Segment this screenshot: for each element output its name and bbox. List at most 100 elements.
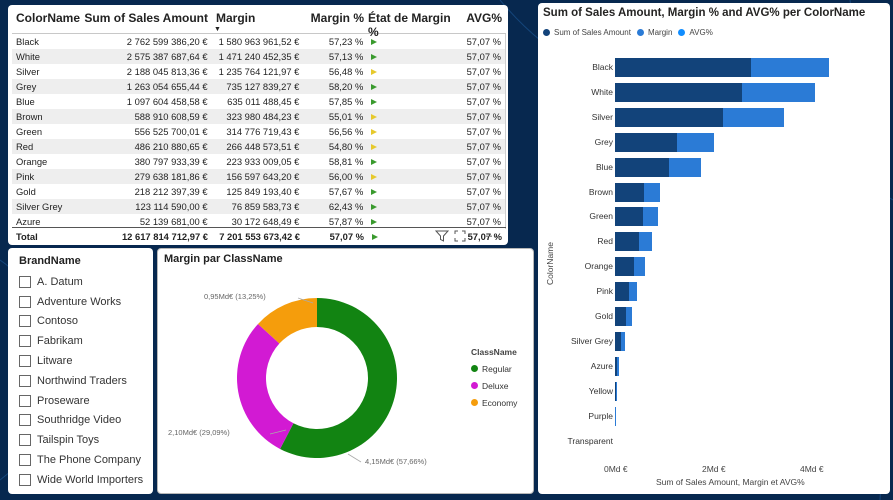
legend-item-sales[interactable]: Sum of Sales Amount <box>543 28 631 37</box>
bar-sales-amount[interactable] <box>615 207 643 227</box>
more-options-icon[interactable]: ⋯ <box>485 229 498 243</box>
checkbox[interactable] <box>19 414 31 427</box>
y-category-label: Silver Grey <box>570 335 613 346</box>
checkbox[interactable] <box>19 454 31 467</box>
y-category-label: Gold <box>595 311 613 321</box>
legend-item-economy[interactable]: Economy <box>471 394 517 411</box>
header-margin-pct[interactable]: Margin % <box>304 11 368 25</box>
focus-mode-icon[interactable] <box>454 230 466 242</box>
bar-chart-legend: Sum of Sales Amount Margin AVG% <box>543 28 713 37</box>
brand-label: Fabrikam <box>37 335 83 348</box>
legend-item-regular[interactable]: Regular <box>471 360 517 377</box>
header-avg[interactable]: AVG% <box>452 11 506 25</box>
brand-slicer-item[interactable]: Southridge Video <box>19 411 143 431</box>
x-axis-title: Sum of Sales Amount, Margin et AVG% <box>656 477 805 487</box>
bar-margin[interactable] <box>633 257 645 277</box>
bar-sales-amount[interactable] <box>615 182 645 202</box>
bar-sales-amount[interactable] <box>615 132 678 152</box>
checkbox[interactable] <box>19 374 31 387</box>
header-colorname[interactable]: ColorName <box>12 11 84 25</box>
checkbox[interactable] <box>19 473 31 486</box>
checkbox[interactable] <box>19 355 31 368</box>
brand-slicer-item[interactable]: Contoso <box>19 312 143 332</box>
brand-slicer-list: A. Datum Adventure Works Contoso Fabrikam Li… <box>19 272 143 490</box>
legend-item-margin[interactable]: Margin <box>636 28 672 37</box>
brand-slicer-item[interactable]: A. Datum <box>19 272 143 292</box>
cell-margin-pct: 54,80 % <box>328 141 364 152</box>
table-row[interactable]: Silver Grey 123 114 590,00 € 76 859 583,73… <box>12 199 505 214</box>
checkbox[interactable] <box>19 295 31 308</box>
bar-sales-amount[interactable] <box>615 157 670 177</box>
bar-margin[interactable] <box>615 406 617 426</box>
bar-margin[interactable] <box>620 331 625 351</box>
bar-margin[interactable] <box>616 381 618 401</box>
cell-margin: 30 172 648,49 € <box>231 216 300 227</box>
bar-margin[interactable] <box>644 182 660 202</box>
cell-margin: 1 580 963 961,52 € <box>218 36 300 47</box>
table-body: Black 2 762 599 386,20 € 1 580 963 961,52 … <box>12 34 506 229</box>
margin-donut-visual[interactable]: Margin par ClassName 0,95Md€ (13,25%) 2,… <box>157 248 534 494</box>
header-etat[interactable]: État de Margin % <box>368 11 452 39</box>
bar-sales-amount[interactable] <box>615 232 640 252</box>
checkbox[interactable] <box>19 335 31 348</box>
checkbox[interactable] <box>19 275 31 288</box>
brand-slicer-item[interactable]: Fabrikam <box>19 331 143 351</box>
table-row[interactable]: Grey 1 263 054 655,44 € 735 127 839,27 € 58… <box>12 79 505 94</box>
cell-colorname: White <box>16 51 40 62</box>
bar-margin[interactable] <box>742 82 815 102</box>
bar-margin[interactable] <box>677 132 714 152</box>
bar-margin[interactable] <box>669 157 701 177</box>
header-sales[interactable]: Sum of Sales Amount <box>84 11 212 25</box>
table-row[interactable]: Black 2 762 599 386,20 € 1 580 963 961,52 … <box>12 34 505 49</box>
table-row[interactable]: Gold 218 212 397,39 € 125 849 193,40 € 57,6… <box>12 184 505 199</box>
sales-bar-chart-visual[interactable]: Sum of Sales Amount, Margin % and AVG% p… <box>538 3 890 494</box>
bar-margin[interactable] <box>625 307 633 326</box>
table-row[interactable]: White 2 575 387 687,64 € 1 471 240 452,35 … <box>12 49 505 64</box>
cell-avg: 57,07 % <box>466 36 501 47</box>
cell-margin: 223 933 009,05 € <box>226 156 300 167</box>
table-row[interactable]: Blue 1 097 604 458,58 € 635 011 488,45 € 57… <box>12 94 505 109</box>
brand-slicer-item[interactable]: Wide World Importers <box>19 470 143 490</box>
checkbox[interactable] <box>19 434 31 447</box>
table-row[interactable]: Green 556 525 700,01 € 314 776 719,43 € 56,… <box>12 124 505 139</box>
cell-margin-pct: 55,01 % <box>328 111 364 122</box>
header-margin[interactable]: Margin ▼ <box>212 11 304 33</box>
brand-slicer-item[interactable]: Proseware <box>19 391 143 411</box>
table-row[interactable]: Red 486 210 880,65 € 266 448 573,51 € 54,80… <box>12 139 505 154</box>
sales-table-visual[interactable]: ColorName Sum of Sales Amount Margin ▼ M… <box>8 5 508 245</box>
sales-table: ColorName Sum of Sales Amount Margin ▼ M… <box>12 11 506 229</box>
table-row[interactable]: Brown 588 910 608,59 € 323 980 484,23 € 55,… <box>12 109 505 124</box>
bar-margin[interactable] <box>642 207 658 227</box>
checkbox[interactable] <box>19 315 31 328</box>
bar-sales-amount[interactable] <box>615 58 752 77</box>
cell-margin: 314 776 719,43 € <box>226 126 300 137</box>
cell-avg: 57,07 % <box>466 96 501 107</box>
bar-sales-amount[interactable] <box>615 107 723 127</box>
bar-sales-amount[interactable] <box>615 82 743 102</box>
cell-margin-pct: 56,00 % <box>328 171 364 182</box>
bar-sales-amount[interactable] <box>615 307 626 326</box>
cell-margin-pct: 56,56 % <box>328 126 364 137</box>
bar-sales-amount[interactable] <box>615 257 634 277</box>
brand-slicer-item[interactable]: Adventure Works <box>19 292 143 312</box>
brand-slicer-item[interactable]: Tailspin Toys <box>19 430 143 450</box>
bar-margin[interactable] <box>723 107 785 127</box>
brand-slicer-item[interactable]: Northwind Traders <box>19 371 143 391</box>
bar-margin[interactable] <box>751 58 830 77</box>
table-row[interactable]: Orange 380 797 933,39 € 223 933 009,05 € 58… <box>12 154 505 169</box>
legend-item-deluxe[interactable]: Deluxe <box>471 377 517 394</box>
brand-slicer-item[interactable]: Litware <box>19 351 143 371</box>
filter-icon[interactable] <box>435 230 449 242</box>
cell-avg: 57,07 % <box>466 66 501 77</box>
bar-margin[interactable] <box>639 232 653 252</box>
checkbox[interactable] <box>19 394 31 407</box>
legend-item-avg[interactable]: AVG% <box>678 28 713 37</box>
table-row[interactable]: Pink 279 638 181,86 € 156 597 643,20 € 56,0… <box>12 169 505 184</box>
bar-sales-amount[interactable] <box>615 282 629 302</box>
cell-sales: 279 638 181,86 € <box>134 171 208 182</box>
bar-chart-title: Sum of Sales Amount, Margin % and AVG% p… <box>543 7 866 19</box>
bar-margin[interactable] <box>628 282 637 302</box>
brand-slicer-item[interactable]: The Phone Company <box>19 450 143 470</box>
table-row[interactable]: Silver 2 188 045 813,36 € 1 235 764 121,97… <box>12 64 505 79</box>
bar-margin[interactable] <box>617 356 619 376</box>
